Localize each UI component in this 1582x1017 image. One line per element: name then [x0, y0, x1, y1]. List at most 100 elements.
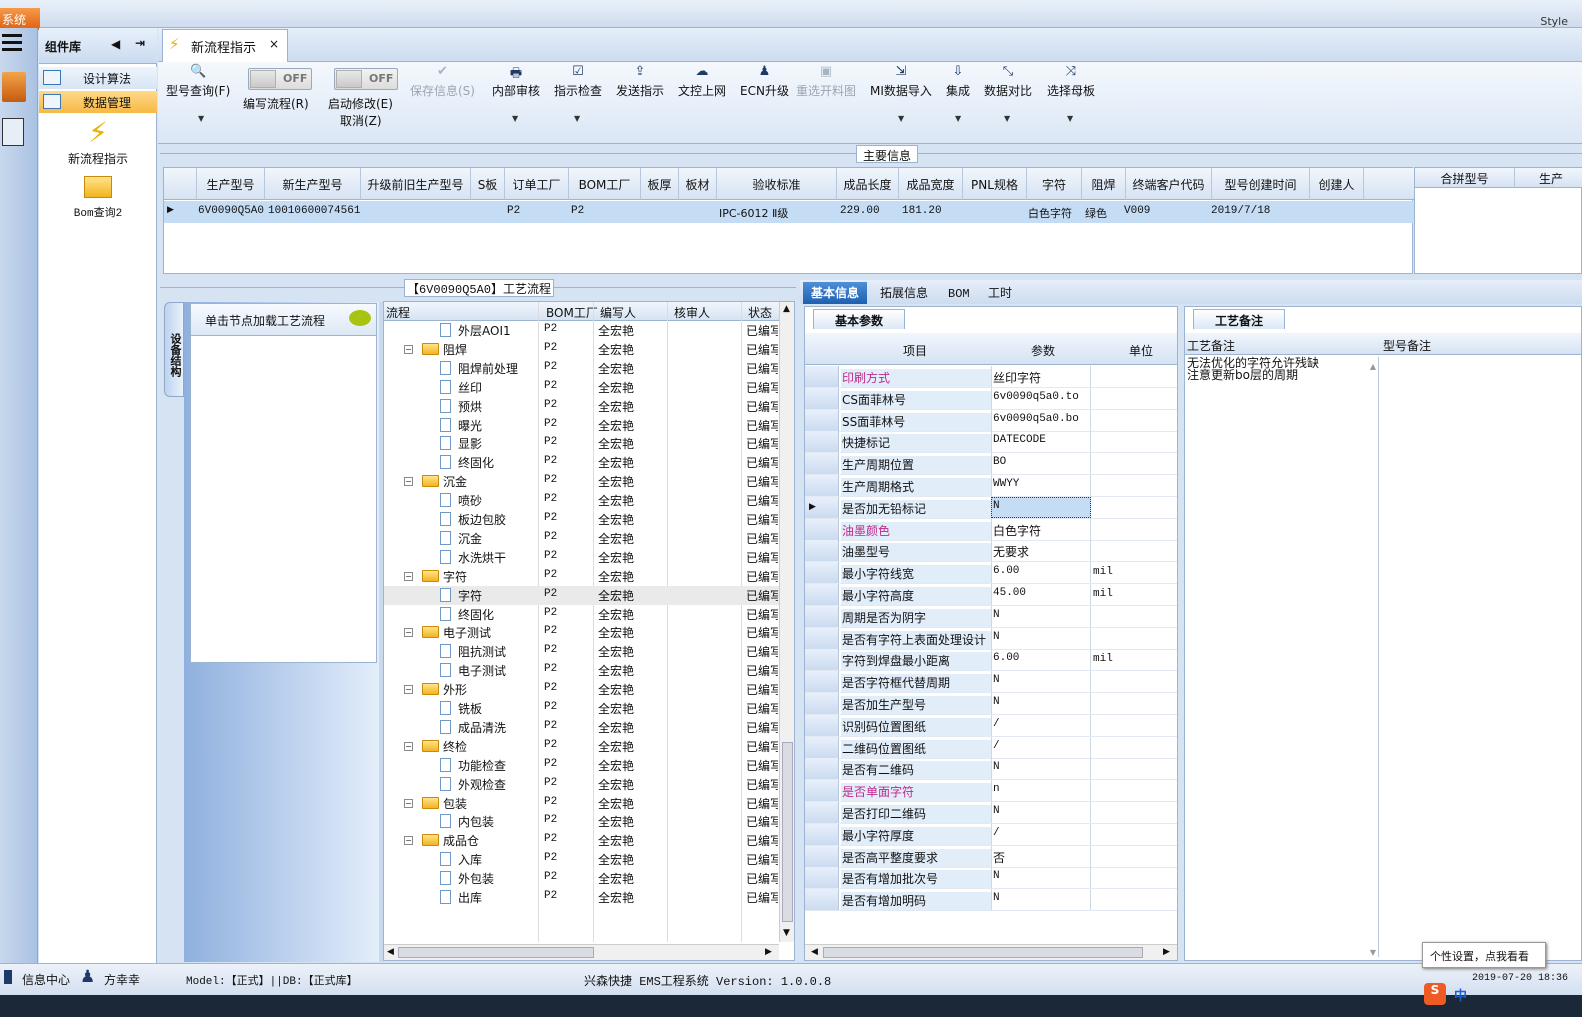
param-row[interactable]: 油墨型号 无要求: [805, 540, 1177, 563]
row-selector[interactable]: [805, 671, 839, 693]
tree-leaf-row[interactable]: 外观检查 P2 全宏艳 已编写: [384, 775, 779, 794]
horizontal-scrollbar[interactable]: ◀ ▶: [805, 944, 1177, 960]
scroll-right-icon[interactable]: ▶: [1163, 947, 1170, 957]
collapse-icon[interactable]: −: [404, 571, 413, 581]
row-selector[interactable]: [805, 540, 839, 562]
collapse-left-icon[interactable]: ◀: [111, 37, 120, 51]
tree-folder-row[interactable]: − 沉金 P2 全宏艳 已编写: [384, 472, 779, 491]
param-row[interactable]: 油墨颜色 白色字符: [805, 518, 1177, 541]
param-row[interactable]: 生产周期位置 BO: [805, 453, 1177, 476]
param-row[interactable]: 最小字符线宽 6.00 mil: [805, 562, 1177, 585]
cell-length[interactable]: 229.00: [840, 202, 880, 222]
row-selector[interactable]: [805, 584, 839, 605]
send-instruction-button[interactable]: ⇪ 发送指示: [616, 64, 664, 99]
tab-basic-info[interactable]: 基本信息: [803, 282, 868, 304]
close-icon[interactable]: ×: [269, 37, 279, 51]
ime-indicator[interactable]: 中: [1454, 985, 1467, 1004]
collapse-icon[interactable]: −: [404, 628, 413, 638]
scroll-thumb[interactable]: [782, 742, 793, 922]
col-header[interactable]: 生产型号: [197, 168, 265, 200]
tree-leaf-row[interactable]: 内包装 P2 全宏艳 已编写: [384, 812, 779, 831]
row-selector[interactable]: [805, 758, 839, 780]
tree-leaf-row[interactable]: 丝印 P2 全宏艳 已编写: [384, 378, 779, 397]
col-header[interactable]: 升级前旧生产型号: [361, 168, 471, 200]
row-selector[interactable]: [805, 780, 839, 802]
col-header[interactable]: 终端客户代码: [1126, 168, 1212, 200]
cell-order-factory[interactable]: P2: [507, 202, 520, 222]
lib-item-design-algorithm[interactable]: 设计算法: [39, 67, 157, 89]
row-selector[interactable]: [805, 714, 839, 736]
param-row[interactable]: 是否有字符上表面处理设计 N: [805, 627, 1177, 650]
collapse-icon[interactable]: −: [404, 344, 413, 354]
horizontal-scrollbar[interactable]: ◀ ▶: [384, 944, 779, 960]
tree-leaf-row[interactable]: 入库 P2 全宏艳 已编写: [384, 850, 779, 869]
tool-bom-query[interactable]: Bom查询2: [39, 174, 157, 220]
scroll-thumb[interactable]: [398, 947, 594, 958]
data-compare-button[interactable]: ⤡ 数据对比: [984, 64, 1032, 99]
tree-leaf-row[interactable]: 成品清洗 P2 全宏艳 已编写: [384, 718, 779, 737]
tree-folder-row[interactable]: − 电子测试 P2 全宏艳 已编写: [384, 623, 779, 642]
save-info-button[interactable]: ✔ 保存信息(S): [410, 64, 475, 99]
tree-leaf-row[interactable]: 电子测试 P2 全宏艳 已编写: [384, 661, 779, 680]
select-mother-board-button[interactable]: ⤨ 选择母板: [1047, 64, 1095, 99]
param-row[interactable]: 是否字符框代替周期 N: [805, 671, 1177, 694]
collapse-icon[interactable]: −: [404, 741, 413, 751]
calculator-icon[interactable]: [2, 118, 24, 146]
process-notes-title[interactable]: 工艺备注: [1193, 309, 1285, 329]
chevron-down-icon[interactable]: ▼: [198, 114, 204, 123]
tab-work-hours[interactable]: 工时: [980, 282, 1020, 304]
vertical-scrollbar[interactable]: ▲ ▼: [779, 302, 794, 942]
tab-bom[interactable]: BOM: [940, 285, 978, 307]
tree-leaf-row[interactable]: 终固化 P2 全宏艳 已编写: [384, 453, 779, 472]
scroll-down-icon[interactable]: ▼: [783, 928, 790, 938]
scroll-right-icon[interactable]: ▶: [765, 947, 772, 957]
tree-leaf-row[interactable]: 外层AOI1 P2 全宏艳 已编写: [384, 321, 779, 340]
col-header-param[interactable]: 参数: [1031, 342, 1055, 359]
param-row[interactable]: 二维码位置图纸 /: [805, 736, 1177, 759]
system-menu-tab[interactable]: 系统: [0, 8, 40, 30]
col-header[interactable]: 成品宽度: [899, 168, 963, 200]
basic-params-title[interactable]: 基本参数: [813, 309, 905, 329]
param-row[interactable]: SS面菲林号 6v0090q5a0.bo: [805, 409, 1177, 432]
row-selector[interactable]: ▶: [805, 496, 839, 518]
cell-width[interactable]: 181.20: [902, 202, 942, 222]
process-note-textarea[interactable]: 无法优化的字符允许残缺 注意更新bo层的周期 ▲ ▼: [1185, 357, 1379, 957]
col-header-writer[interactable]: 编写人: [600, 304, 636, 321]
col-header[interactable]: 板厚: [641, 168, 679, 200]
tree-leaf-row[interactable]: 阻焊前处理 P2 全宏艳 已编写: [384, 359, 779, 378]
row-selector[interactable]: [805, 649, 839, 671]
pin-icon[interactable]: ⇥: [135, 36, 145, 50]
tree-leaf-row[interactable]: 终固化 P2 全宏艳 已编写: [384, 605, 779, 624]
info-center-label[interactable]: 信息中心: [22, 971, 70, 988]
tree-leaf-row[interactable]: 功能检查 P2 全宏艳 已编写: [384, 756, 779, 775]
write-flow-toggle[interactable]: OFF: [248, 68, 312, 90]
cell-created[interactable]: 2019/7/18: [1211, 202, 1270, 222]
scroll-left-icon[interactable]: ◀: [387, 947, 394, 957]
tree-leaf-row[interactable]: 预烘 P2 全宏艳 已编写: [384, 397, 779, 416]
tab-new-flow-instruction[interactable]: ⚡ 新流程指示 ×: [162, 29, 288, 62]
row-selector[interactable]: [805, 605, 839, 627]
col-header-status[interactable]: 状态: [748, 304, 772, 321]
internal-review-button[interactable]: 🖶 内部审核: [492, 64, 540, 99]
sogou-icon[interactable]: S: [1424, 983, 1446, 1005]
param-row[interactable]: 是否有增加批次号 N: [805, 867, 1177, 890]
tool-new-flow-instruction[interactable]: ⚡ 新流程指示: [39, 116, 157, 167]
tree-leaf-row[interactable]: 曝光 P2 全宏艳 已编写: [384, 416, 779, 435]
tree-folder-row[interactable]: − 终检 P2 全宏艳 已编写: [384, 737, 779, 756]
param-row[interactable]: 是否打印二维码 N: [805, 802, 1177, 824]
collapse-icon[interactable]: −: [404, 836, 413, 846]
tooltip[interactable]: 个性设置，点我看看: [1422, 942, 1546, 968]
doc-control-upload-button[interactable]: ☁ 文控上网: [678, 64, 726, 99]
row-selector[interactable]: [805, 736, 839, 758]
col-header[interactable]: 订单工厂: [505, 168, 569, 200]
row-selector[interactable]: [805, 431, 839, 453]
tree-leaf-row[interactable]: 喷砂 P2 全宏艳 已编写: [384, 491, 779, 510]
grid-corner[interactable]: [164, 168, 197, 200]
tree-folder-row[interactable]: − 包装 P2 全宏艳 已编写: [384, 794, 779, 813]
param-row[interactable]: 是否加生产型号 N: [805, 693, 1177, 715]
scroll-up-icon[interactable]: ▲: [783, 304, 790, 314]
collapse-icon[interactable]: −: [404, 477, 413, 487]
tree-leaf-row[interactable]: 字符 P2 全宏艳 已编写: [384, 585, 779, 605]
param-row[interactable]: 印刷方式 丝印字符: [805, 366, 1177, 388]
row-selector[interactable]: [805, 889, 839, 911]
